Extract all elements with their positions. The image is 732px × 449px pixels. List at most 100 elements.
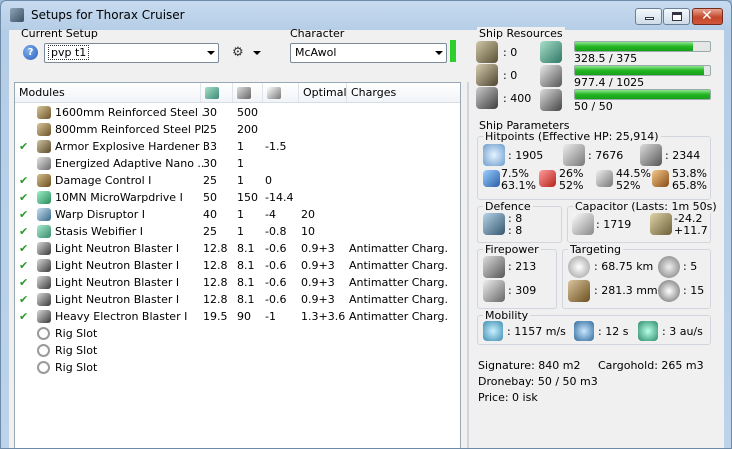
module-optimal: 20 <box>301 208 315 221</box>
module-cpu: 25 <box>203 123 217 136</box>
title-bar[interactable]: Setups for Thorax Cruiser ✕ <box>1 1 731 29</box>
plate-icon <box>37 123 51 136</box>
character-select[interactable]: McAwol <box>290 43 447 63</box>
velocity-icon <box>483 321 503 341</box>
setup-window: Setups for Thorax Cruiser ✕ Current Setu… <box>0 0 732 449</box>
module-row[interactable]: Energized Adaptive Nano ... 30 1 <box>15 155 460 172</box>
module-row[interactable]: ✔ Light Neutron Blaster I 12.8 8.1 -0.6 0.9+3… <box>15 291 460 308</box>
header-charges[interactable]: Charges <box>347 83 460 102</box>
active-checkmark-icon[interactable]: ✔ <box>19 189 31 206</box>
module-optimal: 0.9+3 <box>301 276 335 289</box>
minimize-icon <box>645 17 654 20</box>
active-checkmark-icon[interactable]: ✔ <box>19 223 31 240</box>
cpu-icon <box>540 41 562 63</box>
price: Price: 0 isk <box>478 391 538 404</box>
active-checkmark-icon[interactable]: ✔ <box>19 274 31 291</box>
powergrid-value: 977.4 / 1025 <box>574 76 645 89</box>
thermal-resist-icon <box>539 170 556 187</box>
active-checkmark-icon[interactable]: ✔ <box>19 291 31 308</box>
module-row[interactable]: ✔ Light Neutron Blaster I 12.8 8.1 -0.6 0.9+3… <box>15 257 460 274</box>
module-charges: Antimatter Charg... <box>349 310 449 323</box>
module-optimal: 10 <box>301 225 315 238</box>
module-charges: Antimatter Charg... <box>349 259 449 272</box>
module-name: Warp Disruptor I <box>55 208 145 221</box>
microwarpdrive-icon <box>37 191 51 204</box>
powergrid-icon <box>237 87 251 99</box>
module-row[interactable]: ✔ Light Neutron Blaster I 12.8 8.1 -0.6 0.9+3… <box>15 274 460 291</box>
active-checkmark-icon[interactable]: ✔ <box>19 240 31 257</box>
module-powergrid: 1 <box>237 225 244 238</box>
setup-select[interactable]: pvp t1 <box>44 43 219 63</box>
module-row[interactable]: ✔ Damage Control I 25 1 0 <box>15 172 460 189</box>
scan-resolution-icon <box>568 280 590 302</box>
module-cpu: 12.8 <box>203 293 228 306</box>
targeting-title: Targeting <box>568 243 624 256</box>
align-time-icon <box>574 321 594 341</box>
explosive-resist-icon <box>652 170 669 187</box>
current-setup-label: Current Setup <box>21 27 98 40</box>
header-powergrid[interactable] <box>233 83 263 102</box>
close-button[interactable]: ✕ <box>692 8 723 25</box>
cpu-value: 328.5 / 375 <box>574 52 638 65</box>
module-name: Armor Explosive Hardener I <box>55 140 205 153</box>
blaster-icon <box>37 242 51 255</box>
header-capacitor[interactable] <box>263 83 299 102</box>
module-capacitor: -0.6 <box>265 259 287 272</box>
active-checkmark-icon[interactable]: ✔ <box>19 172 31 189</box>
powergrid-bar <box>574 65 711 76</box>
header-modules[interactable]: Modules <box>15 83 201 102</box>
active-checkmark-icon[interactable]: ✔ <box>19 308 31 325</box>
calibration-bar-fill <box>575 90 710 99</box>
module-row[interactable]: ✔ Stasis Webifier I 25 1 -0.8 10 <box>15 223 460 240</box>
structure-hp: : 2344 <box>665 149 701 162</box>
module-cpu: 30 <box>203 157 217 170</box>
module-row[interactable]: Rig Slot <box>15 342 460 359</box>
module-row[interactable]: 800mm Reinforced Steel Pl... 25 200 <box>15 121 460 138</box>
modules-list[interactable]: Modules Optimal Charges 1600mm Reinforce… <box>14 82 461 448</box>
header-optimal[interactable]: Optimal <box>299 83 347 102</box>
setup-tools-button[interactable]: ⚙ <box>229 43 263 63</box>
module-capacitor: -0.6 <box>265 276 287 289</box>
module-powergrid: 8.1 <box>237 259 255 272</box>
right-panel: Ship Resources : 0 : 0 : 400 328.5 / 375… <box>468 27 724 448</box>
turret-dps-icon <box>483 256 505 278</box>
kinetic-resist-icon <box>596 170 613 187</box>
module-row[interactable]: ✔ Warp Disruptor I 40 1 -4 20 <box>15 206 460 223</box>
module-row[interactable]: ✔ Heavy Electron Blaster I 19.5 90 -1 1.3+3.6… <box>15 308 460 325</box>
module-row[interactable]: ✔ Armor Explosive Hardener I 33 1 -1.5 <box>15 138 460 155</box>
maximize-button[interactable] <box>663 8 690 25</box>
drone-bandwidth-icon <box>476 87 498 109</box>
module-cpu: 33 <box>203 140 217 153</box>
active-checkmark-icon[interactable]: ✔ <box>19 138 31 155</box>
blaster-icon <box>37 276 51 289</box>
turret-hardpoints: : 0 <box>503 46 518 59</box>
character-select-value: McAwol <box>295 46 337 59</box>
module-cpu: 50 <box>203 191 217 204</box>
warp-speed: : 3 au/s <box>662 325 703 338</box>
module-charges: Antimatter Charg... <box>349 293 449 306</box>
module-row[interactable]: Rig Slot <box>15 325 460 342</box>
setup-select-value: pvp t1 <box>47 45 90 60</box>
em-resist-armor: 63.1% <box>501 179 536 192</box>
active-checkmark-icon[interactable]: ✔ <box>19 206 31 223</box>
active-checkmark-icon[interactable]: ✔ <box>19 257 31 274</box>
hardener-icon <box>37 140 51 153</box>
module-optimal: 0.9+3 <box>301 293 335 306</box>
module-row[interactable]: Rig Slot <box>15 359 460 376</box>
gear-wrench-icon: ⚙ <box>232 45 244 60</box>
minimize-button[interactable] <box>635 8 662 25</box>
module-row[interactable]: ✔ 10MN MicroWarpdrive I 50 150 -14.4 <box>15 189 460 206</box>
module-name: Damage Control I <box>55 174 152 187</box>
warp-speed-icon <box>638 321 658 341</box>
question-icon[interactable]: ? <box>23 45 38 60</box>
module-row[interactable]: ✔ Light Neutron Blaster I 12.8 8.1 -0.6 0.9+3… <box>15 240 460 257</box>
module-name: 800mm Reinforced Steel Pl... <box>55 123 205 136</box>
module-row[interactable]: 1600mm Reinforced Steel ... 30 500 <box>15 104 460 121</box>
character-status-indicator <box>450 40 456 62</box>
module-name: Light Neutron Blaster I <box>55 259 180 272</box>
module-powergrid: 8.1 <box>237 276 255 289</box>
thermal-resist-armor: 52% <box>559 179 584 192</box>
sensor-strength: : 15 <box>683 284 705 297</box>
header-cpu[interactable] <box>201 83 233 102</box>
align-time: : 12 s <box>598 325 629 338</box>
